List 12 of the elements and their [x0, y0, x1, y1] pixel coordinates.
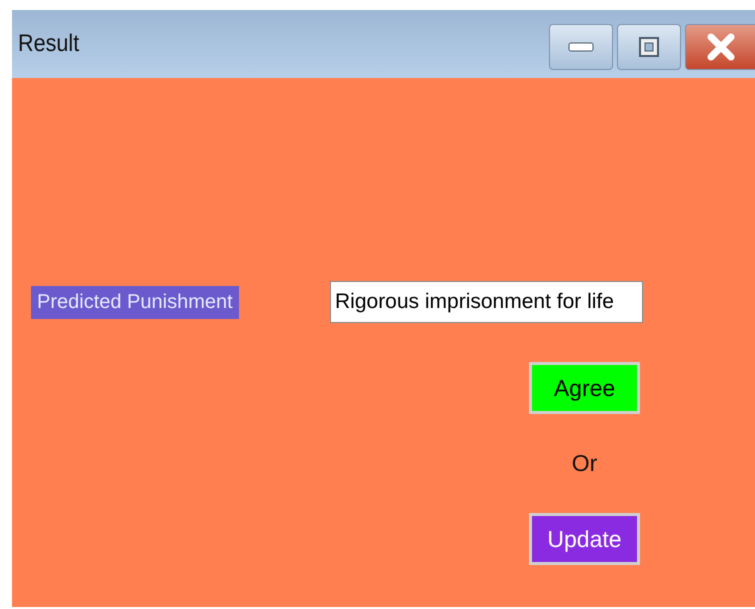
update-button[interactable]: Update: [529, 513, 640, 565]
maximize-button[interactable]: [617, 24, 681, 70]
maximize-icon: [638, 36, 660, 58]
field-label: Predicted Punishment: [31, 286, 239, 318]
close-button[interactable]: [685, 24, 755, 70]
punishment-field[interactable]: Rigorous imprisonment for life: [330, 281, 643, 323]
minimize-icon: [568, 42, 594, 52]
close-icon: [706, 32, 736, 62]
window-title: Result: [18, 30, 80, 58]
minimize-button[interactable]: [549, 24, 613, 70]
agree-button[interactable]: Agree: [529, 362, 640, 414]
or-text: Or: [572, 450, 598, 477]
